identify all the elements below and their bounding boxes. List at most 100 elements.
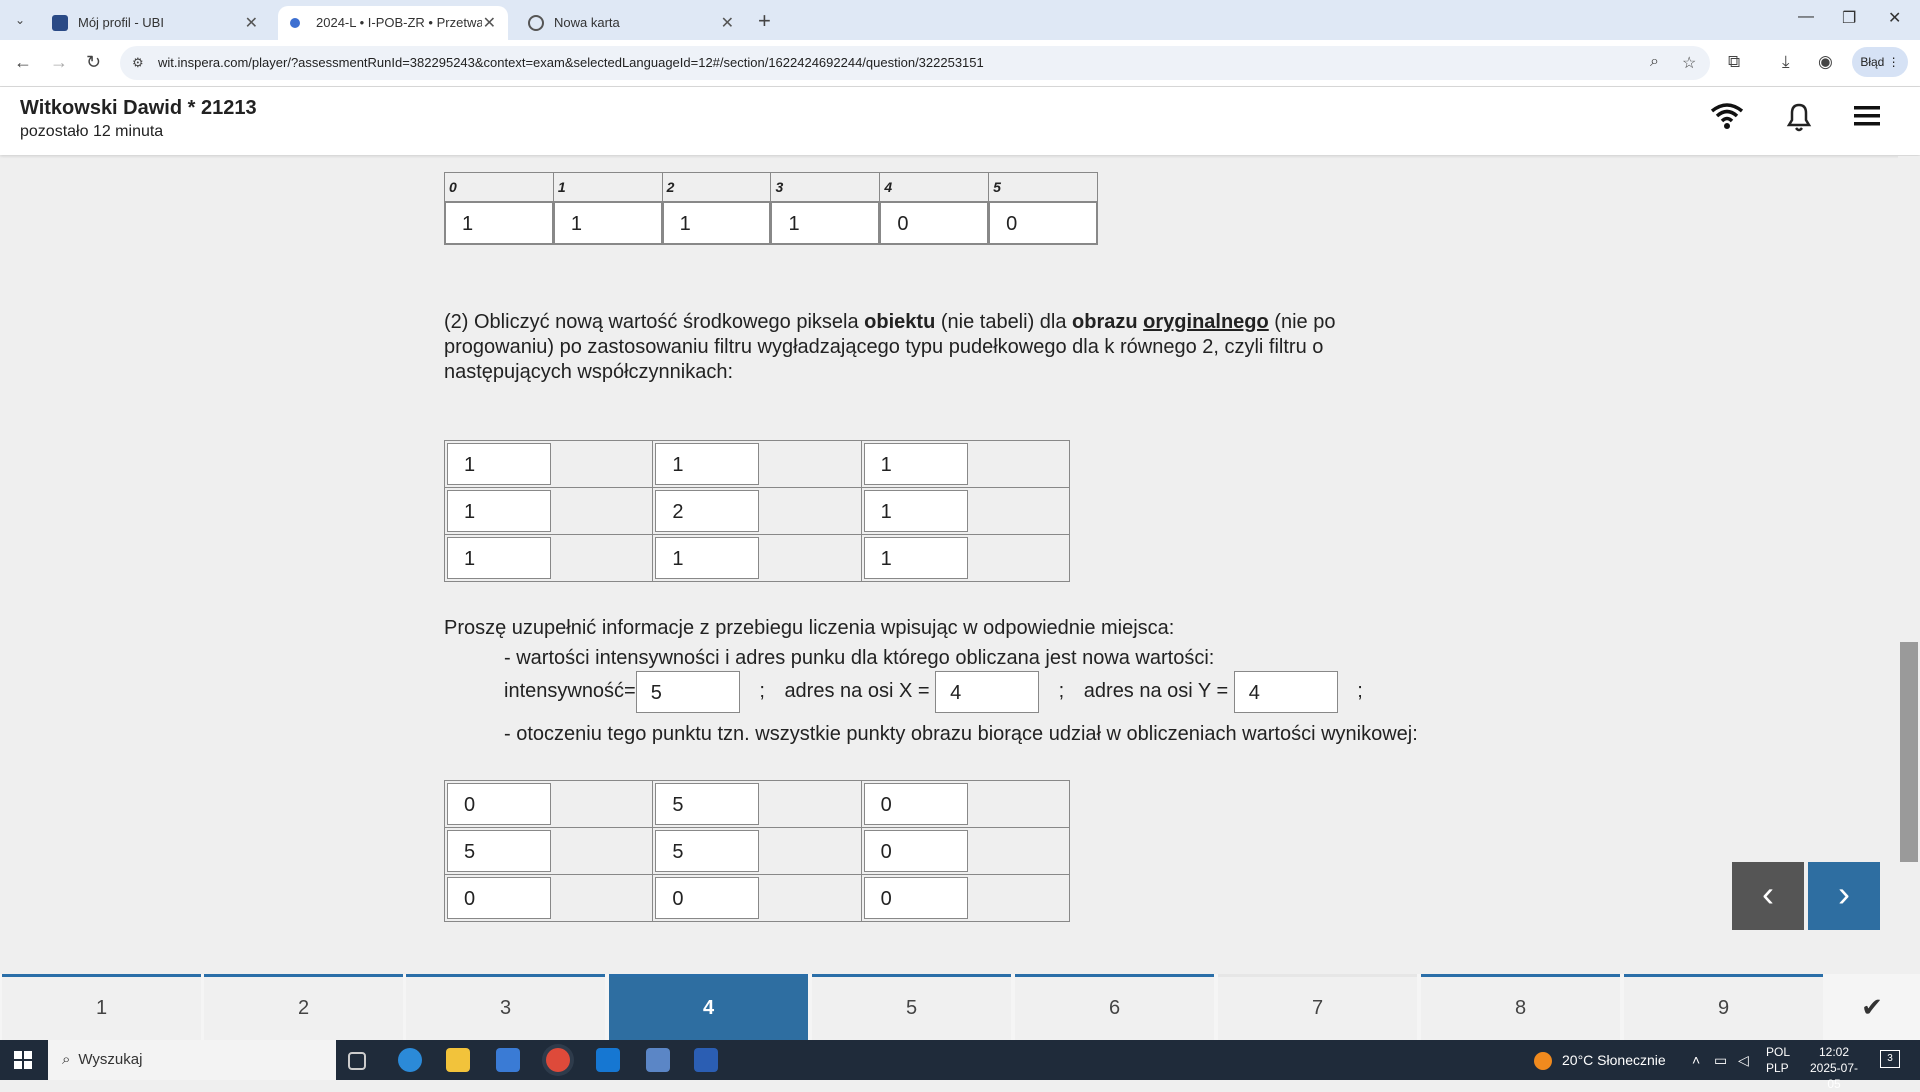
windows-start-icon[interactable] xyxy=(14,1051,32,1069)
next-question-button[interactable]: › xyxy=(1808,862,1880,930)
y-address-input[interactable]: 4 xyxy=(1233,670,1338,713)
neighbor-input[interactable]: 0 xyxy=(863,830,968,872)
restore-icon[interactable]: ❐ xyxy=(1842,8,1856,28)
page-item[interactable]: 7 xyxy=(1218,974,1417,1040)
profile-error-button[interactable]: Błąd ⋮ xyxy=(1852,47,1908,77)
x-address-input[interactable]: 4 xyxy=(935,670,1040,713)
filter-input[interactable]: 1 xyxy=(447,490,551,532)
previous-question-button[interactable]: ‹ xyxy=(1732,862,1804,930)
close-tab-icon[interactable]: ✕ xyxy=(721,13,734,33)
scrollbar[interactable] xyxy=(1898,156,1920,974)
page-item[interactable]: 3 xyxy=(406,974,605,1040)
downloads-icon[interactable]: ⤓ xyxy=(1782,52,1790,72)
close-tab-icon[interactable]: ✕ xyxy=(483,13,496,33)
word-icon[interactable] xyxy=(694,1048,718,1072)
taskbar-search[interactable]: ⌕ Wyszukaj xyxy=(48,1040,336,1080)
tab-title: Nowa karta xyxy=(554,15,620,30)
filter-input[interactable]: 1 xyxy=(863,443,968,485)
neighbor-input[interactable]: 5 xyxy=(447,830,551,872)
tab-new[interactable]: Nowa karta ✕ xyxy=(516,6,746,40)
intensity-label: intensywność= xyxy=(504,680,636,702)
network-icon[interactable]: ▭ xyxy=(1714,1040,1727,1080)
site-info-icon[interactable]: ⚙ xyxy=(132,55,144,71)
notifications-icon[interactable]: 3 xyxy=(1880,1050,1900,1068)
answer-input[interactable]: 1 xyxy=(771,202,880,244)
tab-title: Mój profil - UBI xyxy=(78,15,164,30)
weather-icon[interactable] xyxy=(1534,1052,1552,1070)
finish-checkmark-icon[interactable]: ✔ xyxy=(1824,974,1920,1040)
wifi-icon[interactable] xyxy=(1710,101,1744,131)
volume-icon[interactable]: ◁ xyxy=(1738,1040,1749,1080)
neighbor-input[interactable]: 0 xyxy=(655,877,760,919)
answer-input[interactable]: 1 xyxy=(553,202,662,244)
neighbor-input[interactable]: 0 xyxy=(447,877,551,919)
outlook-icon[interactable] xyxy=(596,1048,620,1072)
task-view-icon[interactable] xyxy=(348,1052,366,1070)
page-item[interactable]: 1 xyxy=(2,974,201,1040)
neighbor-input[interactable]: 5 xyxy=(655,783,760,825)
intensity-input[interactable]: 5 xyxy=(635,670,740,713)
separator: ; xyxy=(1058,680,1065,702)
instructions-line: Proszę uzupełnić informacje z przebiegu … xyxy=(444,617,1175,639)
close-tab-icon[interactable]: ✕ xyxy=(245,13,258,33)
reload-icon[interactable]: ↻ xyxy=(86,52,101,73)
page-item[interactable]: 6 xyxy=(1015,974,1214,1040)
neighbor-input[interactable]: 0 xyxy=(447,783,551,825)
lang-secondary: PLP xyxy=(1766,1061,1789,1075)
weather-text[interactable]: 20°C Słonecznie xyxy=(1562,1040,1666,1080)
back-icon[interactable]: ← xyxy=(14,52,32,73)
filter-input[interactable]: 2 xyxy=(655,490,760,532)
answer-input[interactable]: 0 xyxy=(989,202,1097,244)
zoom-icon[interactable]: ⌕ xyxy=(1650,53,1659,71)
page-item-active[interactable]: 4 xyxy=(609,974,808,1040)
neighbor-input[interactable]: 0 xyxy=(863,783,968,825)
account-icon[interactable]: ◉ xyxy=(1818,52,1833,72)
notifications-bell-icon[interactable] xyxy=(1784,101,1814,133)
chrome-icon[interactable] xyxy=(546,1048,570,1072)
edge-icon[interactable] xyxy=(398,1048,422,1072)
url-bar[interactable]: ⚙ wit.inspera.com/player/?assessmentRunI… xyxy=(120,46,1710,80)
answer-input[interactable]: 1 xyxy=(662,202,771,244)
filter-input[interactable]: 1 xyxy=(655,443,760,485)
neighbor-input[interactable]: 0 xyxy=(863,877,968,919)
column-header: 0 xyxy=(444,172,554,202)
answer-input[interactable]: 1 xyxy=(445,202,553,244)
column-header: 5 xyxy=(988,172,1098,202)
bookmark-star-icon[interactable]: ☆ xyxy=(1682,53,1696,73)
clock[interactable]: 12:02 2025-07-05 xyxy=(1804,1044,1864,1092)
globe-icon xyxy=(528,15,544,31)
forward-icon[interactable]: → xyxy=(50,52,68,73)
filter-input[interactable]: 1 xyxy=(863,490,968,532)
store-icon[interactable] xyxy=(496,1048,520,1072)
candidate-name: Witkowski Dawid * 21213 xyxy=(20,97,257,119)
search-icon: ⌕ xyxy=(62,1051,71,1068)
filter-input[interactable]: 1 xyxy=(655,537,760,579)
file-explorer-icon[interactable] xyxy=(446,1048,470,1072)
browser-tab-bar: ⌄ Mój profil - UBI ✕ 2024-L • I-POB-ZR •… xyxy=(0,0,1920,40)
url-text[interactable]: wit.inspera.com/player/?assessmentRunId=… xyxy=(158,55,984,70)
neighbor-input[interactable]: 5 xyxy=(655,830,760,872)
page-item[interactable]: 5 xyxy=(812,974,1011,1040)
tab-search-chevron-icon[interactable]: ⌄ xyxy=(8,10,32,30)
close-window-icon[interactable]: ✕ xyxy=(1888,8,1901,28)
scrollbar-thumb[interactable] xyxy=(1900,642,1918,862)
language-indicator[interactable]: POL PLP xyxy=(1766,1044,1790,1076)
menu-hamburger-icon[interactable] xyxy=(1852,101,1882,131)
minimize-icon[interactable]: — xyxy=(1798,8,1814,26)
new-tab-icon[interactable]: + xyxy=(758,8,771,34)
extensions-icon[interactable]: ⧉ xyxy=(1728,52,1740,72)
page-item[interactable]: 8 xyxy=(1421,974,1620,1040)
answer-input[interactable]: 0 xyxy=(880,202,989,244)
tab-profile[interactable]: Mój profil - UBI ✕ xyxy=(40,6,270,40)
address-bar-row: ← → ↻ ⚙ wit.inspera.com/player/?assessme… xyxy=(0,40,1920,87)
filter-input[interactable]: 1 xyxy=(863,537,968,579)
column-header: 1 xyxy=(552,172,663,202)
filter-input[interactable]: 1 xyxy=(447,443,551,485)
tab-exam[interactable]: 2024-L • I-POB-ZR • Przetwarza ✕ xyxy=(278,6,508,40)
app-icon[interactable] xyxy=(646,1048,670,1072)
page-item[interactable]: 9 xyxy=(1624,974,1823,1040)
filter-input[interactable]: 1 xyxy=(447,537,551,579)
threshold-table: 0 1 2 3 4 5 1 1 1 1 0 0 xyxy=(444,172,1098,245)
page-item[interactable]: 2 xyxy=(204,974,403,1040)
tray-chevron-icon[interactable]: ˄ xyxy=(1692,1040,1700,1080)
